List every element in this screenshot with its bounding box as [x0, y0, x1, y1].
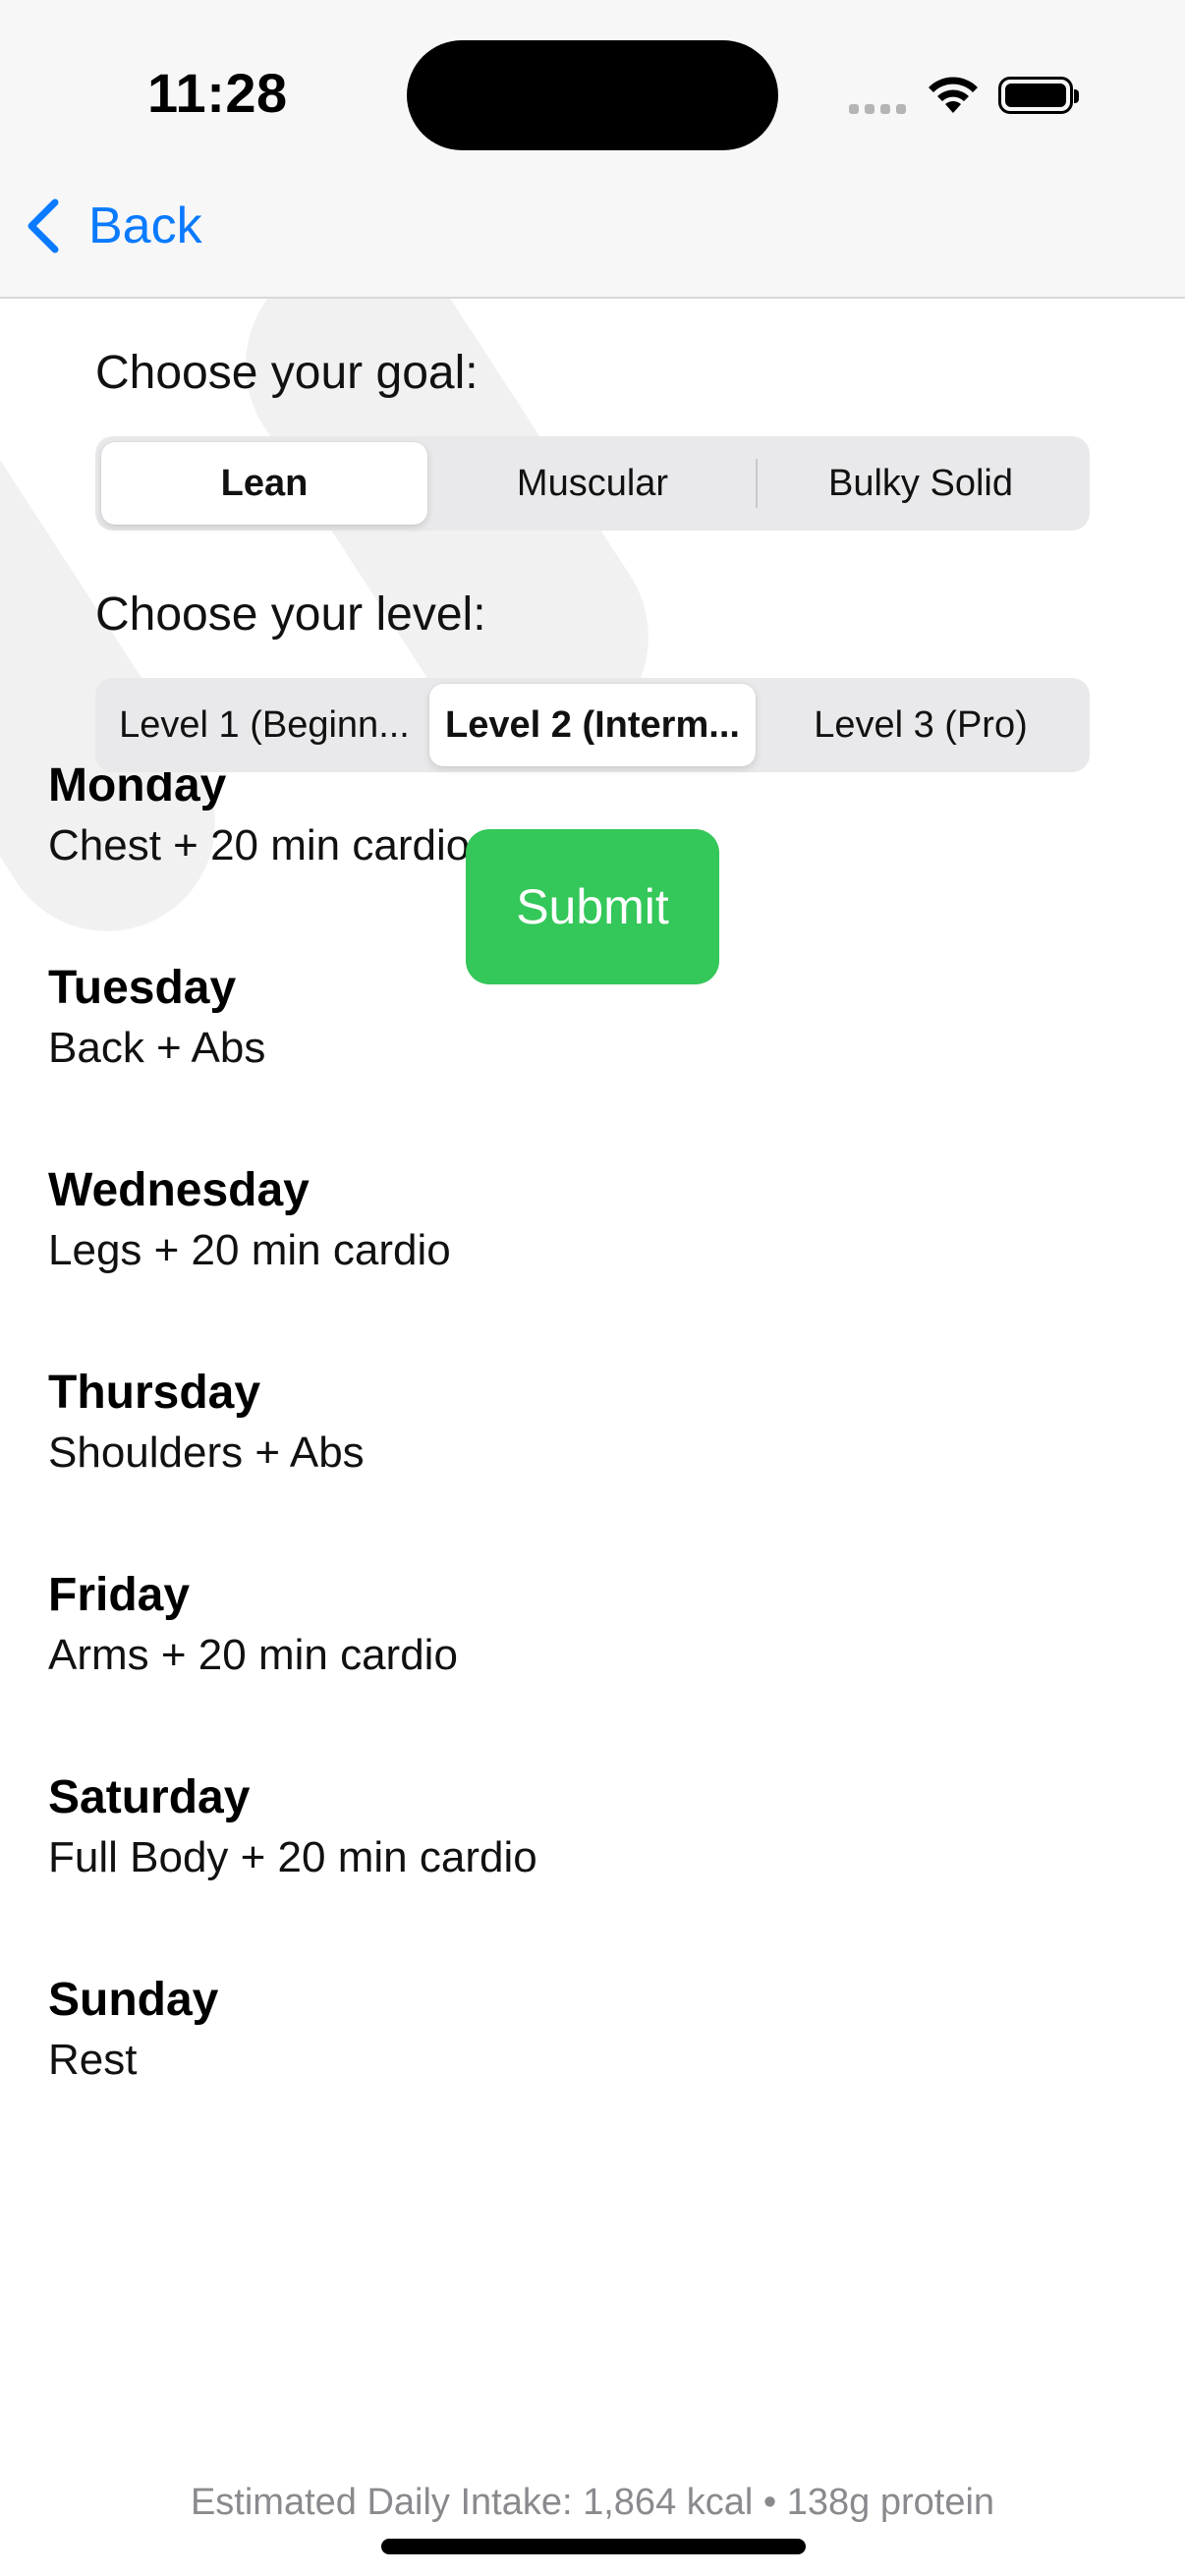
- cellular-signal-icon: [849, 104, 906, 114]
- navigation-bar: 11:28 Back: [0, 0, 1185, 299]
- level-label: Choose your level:: [95, 588, 486, 641]
- level-segmented-control: Level 1 (Beginn... Level 2 (Interm... Le…: [95, 678, 1090, 772]
- day-name: Wednesday: [48, 1164, 310, 1216]
- screen: 11:28 Back Choose your goal: Lean Muscul…: [0, 0, 1185, 2576]
- submit-button[interactable]: Submit: [466, 829, 719, 984]
- chevron-left-icon: [28, 198, 59, 253]
- home-indicator[interactable]: [381, 2539, 806, 2554]
- goal-option-lean[interactable]: Lean: [101, 442, 427, 525]
- day-name: Friday: [48, 1569, 191, 1621]
- day-plan: Full Body + 20 min cardio: [48, 1833, 537, 1881]
- goal-segmented-control: Lean Muscular Bulky Solid: [95, 436, 1090, 531]
- day-plan: Legs + 20 min cardio: [48, 1226, 451, 1274]
- goal-option-bulky-solid[interactable]: Bulky Solid: [758, 442, 1084, 525]
- day-plan: Arms + 20 min cardio: [48, 1631, 458, 1679]
- goal-label: Choose your goal:: [95, 347, 479, 399]
- back-button[interactable]: Back: [24, 196, 202, 255]
- status-time: 11:28: [147, 62, 288, 124]
- day-name: Thursday: [48, 1367, 261, 1419]
- day-plan: Shoulders + Abs: [48, 1428, 365, 1477]
- level-option-3[interactable]: Level 3 (Pro): [758, 684, 1084, 766]
- list-item: Thursday Shoulders + Abs: [48, 1364, 1129, 1566]
- list-item: Sunday Rest: [48, 1971, 1129, 2173]
- list-item: Friday Arms + 20 min cardio: [48, 1566, 1129, 1768]
- goal-option-muscular[interactable]: Muscular: [429, 442, 756, 525]
- battery-icon: [998, 77, 1079, 114]
- level-option-1[interactable]: Level 1 (Beginn...: [101, 684, 427, 766]
- list-item: Tuesday Back + Abs: [48, 959, 1129, 1161]
- daily-intake-summary: Estimated Daily Intake: 1,864 kcal • 138…: [190, 2482, 995, 2523]
- list-item: Wednesday Legs + 20 min cardio: [48, 1161, 1129, 1364]
- day-name: Saturday: [48, 1771, 251, 1823]
- back-label: Back: [88, 197, 202, 254]
- day-name: Sunday: [48, 1974, 219, 2026]
- day-plan: Rest: [48, 2036, 138, 2084]
- dynamic-island: [407, 40, 778, 150]
- level-option-2[interactable]: Level 2 (Interm...: [429, 684, 756, 766]
- list-item: Saturday Full Body + 20 min cardio: [48, 1768, 1129, 1971]
- wifi-icon: [929, 77, 978, 113]
- day-plan: Back + Abs: [48, 1024, 266, 1072]
